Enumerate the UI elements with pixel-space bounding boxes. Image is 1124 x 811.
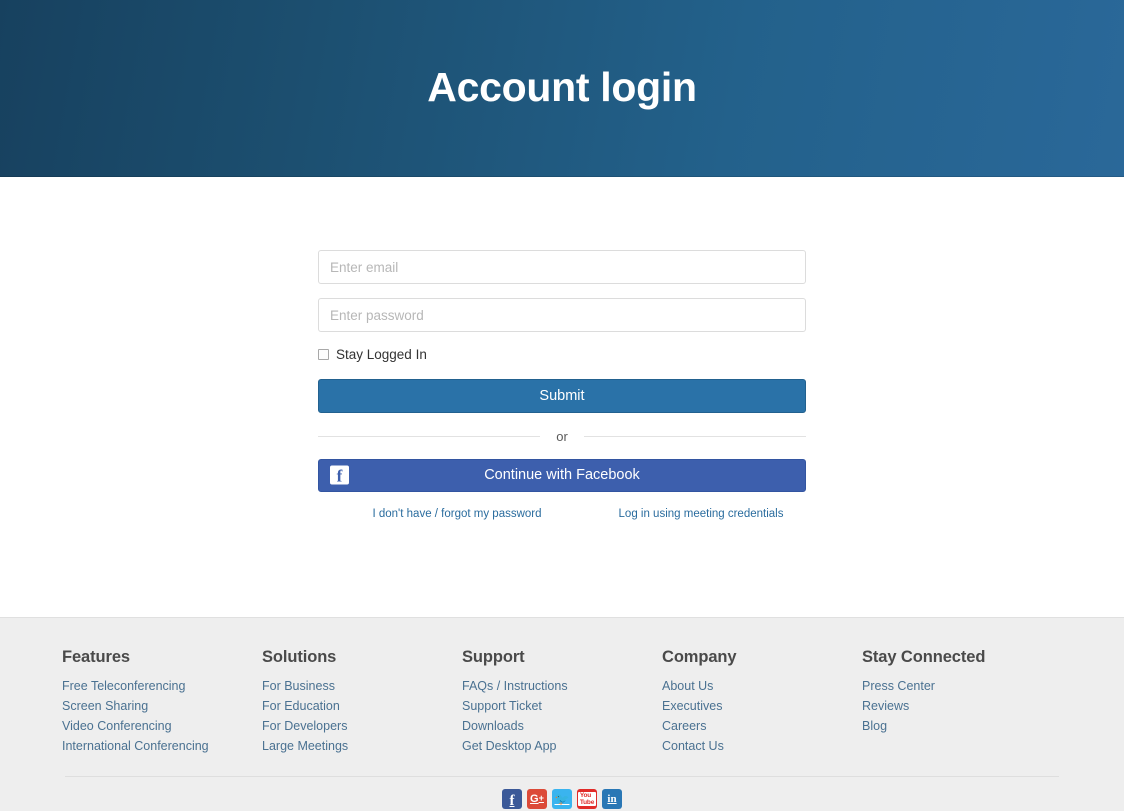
footer-link-list: Free Teleconferencing Screen Sharing Vid… bbox=[62, 677, 262, 755]
login-form: Stay Logged In Submit or f Continue with… bbox=[318, 250, 806, 617]
footer-link[interactable]: For Developers bbox=[262, 718, 347, 734]
footer-link[interactable]: Large Meetings bbox=[262, 738, 348, 754]
stay-logged-in-label: Stay Logged In bbox=[336, 347, 427, 362]
footer-column-title: Company bbox=[662, 648, 737, 666]
footer-link[interactable]: Reviews bbox=[862, 698, 909, 714]
social-links: f G + 🐦 You Tube in bbox=[0, 789, 1124, 809]
footer-link[interactable]: For Business bbox=[262, 678, 335, 694]
stay-logged-in-checkbox[interactable] bbox=[318, 349, 329, 361]
footer-link-list: For Business For Education For Developer… bbox=[262, 677, 462, 755]
footer-link[interactable]: Free Teleconferencing bbox=[62, 678, 185, 694]
footer-link[interactable]: Support Ticket bbox=[462, 698, 542, 714]
footer-link-list: Press Center Reviews Blog bbox=[862, 677, 1062, 735]
footer-column-solutions: Solutions For Business For Education For… bbox=[262, 648, 462, 757]
list-item: Free Teleconferencing bbox=[62, 677, 262, 695]
footer-column-company: Company About Us Executives Careers Cont… bbox=[662, 648, 862, 757]
divider-label: or bbox=[556, 428, 568, 444]
list-item: Executives bbox=[662, 697, 862, 715]
email-input[interactable] bbox=[318, 250, 806, 284]
footer-link[interactable]: Careers bbox=[662, 718, 706, 734]
submit-button[interactable]: Submit bbox=[318, 378, 806, 413]
footer-link[interactable]: Screen Sharing bbox=[62, 698, 148, 714]
stay-logged-in-row[interactable]: Stay Logged In bbox=[318, 348, 806, 362]
footer-link[interactable]: International Conferencing bbox=[62, 738, 209, 754]
list-item: Careers bbox=[662, 717, 862, 735]
facebook-button-label: Continue with Facebook bbox=[484, 467, 640, 483]
page-hero: Account login bbox=[0, 0, 1124, 177]
list-item: Get Desktop App bbox=[462, 737, 662, 755]
list-item: About Us bbox=[662, 677, 862, 695]
list-item: For Business bbox=[262, 677, 462, 695]
list-item: For Developers bbox=[262, 717, 462, 735]
footer-column-title: Solutions bbox=[262, 648, 337, 666]
divider-rule-right bbox=[583, 435, 806, 437]
footer-link[interactable]: Video Conferencing bbox=[62, 718, 172, 734]
list-item: Contact Us bbox=[662, 737, 862, 755]
footer-link-list: FAQs / Instructions Support Ticket Downl… bbox=[462, 677, 662, 755]
list-item: Reviews bbox=[862, 697, 1062, 715]
or-divider: or bbox=[318, 429, 806, 444]
twitter-icon[interactable]: 🐦 bbox=[552, 789, 572, 809]
site-footer: Features Free Teleconferencing Screen Sh… bbox=[0, 617, 1124, 811]
facebook-icon[interactable]: f bbox=[502, 789, 522, 809]
footer-link[interactable]: For Education bbox=[262, 698, 340, 714]
alternate-login-links: I don't have / forgot my password Log in… bbox=[318, 508, 806, 520]
footer-link[interactable]: Press Center bbox=[862, 678, 935, 694]
list-item: Screen Sharing bbox=[62, 697, 262, 715]
page-title: Account login bbox=[427, 64, 697, 110]
list-item: For Education bbox=[262, 697, 462, 715]
footer-link[interactable]: Downloads bbox=[462, 718, 524, 734]
list-item: Video Conferencing bbox=[62, 717, 262, 735]
list-item: Press Center bbox=[862, 677, 1062, 695]
forgot-password-cell: I don't have / forgot my password bbox=[318, 508, 596, 520]
divider-rule-left bbox=[318, 435, 541, 437]
footer-link[interactable]: Contact Us bbox=[662, 738, 724, 754]
main-content: Stay Logged In Submit or f Continue with… bbox=[0, 177, 1124, 617]
google-plus-icon[interactable]: G + bbox=[527, 789, 547, 809]
footer-link[interactable]: About Us bbox=[662, 678, 713, 694]
footer-columns: Features Free Teleconferencing Screen Sh… bbox=[62, 648, 1062, 757]
footer-column-title: Features bbox=[62, 648, 130, 666]
meeting-credentials-link[interactable]: Log in using meeting credentials bbox=[619, 508, 784, 520]
list-item: Support Ticket bbox=[462, 697, 662, 715]
password-input[interactable] bbox=[318, 298, 806, 332]
footer-link[interactable]: Executives bbox=[662, 698, 722, 714]
footer-link[interactable]: FAQs / Instructions bbox=[462, 678, 568, 694]
youtube-icon[interactable]: You Tube bbox=[577, 789, 597, 809]
footer-column-title: Stay Connected bbox=[862, 648, 986, 666]
footer-link[interactable]: Blog bbox=[862, 718, 887, 734]
footer-column-stay-connected: Stay Connected Press Center Reviews Blog bbox=[862, 648, 1062, 757]
list-item: Downloads bbox=[462, 717, 662, 735]
continue-with-facebook-button[interactable]: f Continue with Facebook bbox=[318, 458, 806, 492]
footer-link[interactable]: Get Desktop App bbox=[462, 738, 557, 754]
footer-column-features: Features Free Teleconferencing Screen Sh… bbox=[62, 648, 262, 757]
facebook-f-icon: f bbox=[330, 465, 349, 485]
meeting-credentials-cell: Log in using meeting credentials bbox=[596, 508, 806, 520]
list-item: Large Meetings bbox=[262, 737, 462, 755]
list-item: Blog bbox=[862, 717, 1062, 735]
footer-link-list: About Us Executives Careers Contact Us bbox=[662, 677, 862, 755]
forgot-password-link[interactable]: I don't have / forgot my password bbox=[372, 508, 541, 520]
footer-column-title: Support bbox=[462, 648, 525, 666]
footer-divider bbox=[65, 776, 1059, 777]
footer-column-support: Support FAQs / Instructions Support Tick… bbox=[462, 648, 662, 757]
list-item: International Conferencing bbox=[62, 737, 262, 755]
list-item: FAQs / Instructions bbox=[462, 677, 662, 695]
linkedin-icon[interactable]: in bbox=[602, 789, 622, 809]
